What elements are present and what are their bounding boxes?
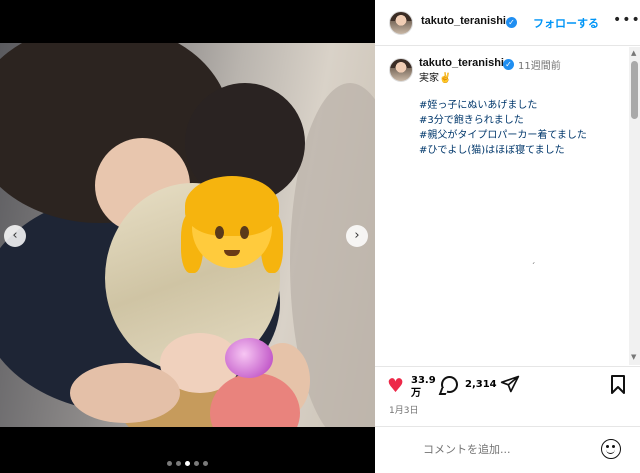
carousel-dot[interactable] [167,461,172,466]
hashtag-link[interactable]: #ひでよし(猫)はほぼ寝てました [419,144,565,158]
username-link[interactable]: takuto_teranishi [421,15,506,27]
post-header: takuto_teranishi ✓ フォローする ••• [375,0,640,46]
scroll-up-icon[interactable]: ▲ [631,49,636,57]
post-date: 1月3日 [389,406,419,416]
share-icon[interactable] [500,374,520,394]
add-comment-bar [375,426,640,473]
caption-area: takuto_teranishi ✓ 11週間前 実家✌️ #姪っ子にぬいあげま… [375,47,630,365]
post-photo [0,43,375,427]
caption-text: 実家✌️ [419,73,452,84]
follow-button[interactable]: フォローする [533,15,599,31]
carousel-dot[interactable] [176,461,181,466]
previous-slide-button[interactable]: ‹ [4,225,26,247]
avatar[interactable] [389,11,413,35]
like-count[interactable]: 33.9万 [411,374,436,400]
hashtag-link[interactable]: #姪っ子にぬいあげました [419,99,537,113]
carousel-dot[interactable] [185,461,190,466]
emoji-icon[interactable] [601,439,621,459]
post-side-panel: takuto_teranishi ✓ フォローする ••• takuto_ter… [375,0,640,473]
carousel-dot[interactable] [203,461,208,466]
comment-input[interactable] [423,439,593,459]
carousel-dots [0,451,375,470]
hashtag-link[interactable]: #親父がタイプロパーカー着てました [419,129,587,143]
comment-count[interactable]: 2,314 [465,379,497,390]
carousel-dot[interactable] [194,461,199,466]
more-options-icon[interactable]: ••• [613,12,640,28]
post-time[interactable]: 11週間前 [518,57,561,72]
media-viewer: ‹ › [0,0,375,473]
photo-toy-ball [225,338,273,378]
stray-mark: ˏ [531,255,536,265]
next-slide-button[interactable]: › [346,225,368,247]
hashtag-link[interactable]: #3分で飽きられました [419,114,524,128]
comment-icon[interactable] [441,376,458,393]
bookmark-icon[interactable] [610,375,626,394]
caption-verified-badge-icon: ✓ [503,59,514,70]
action-bar: ♥ 33.9万 2,314 1月3日 [375,366,640,426]
scrollbar-thumb[interactable] [631,61,638,119]
scroll-down-icon[interactable]: ▼ [631,353,636,361]
heart-icon[interactable]: ♥ [387,375,404,397]
photo-adult-arm [70,363,180,423]
girl-emoji-icon [177,168,287,278]
verified-badge-icon: ✓ [506,17,517,28]
caption-avatar[interactable] [389,58,413,82]
caption-username-link[interactable]: takuto_teranishi [419,57,504,69]
caption-scrollbar[interactable]: ▲ ▼ [629,47,640,365]
